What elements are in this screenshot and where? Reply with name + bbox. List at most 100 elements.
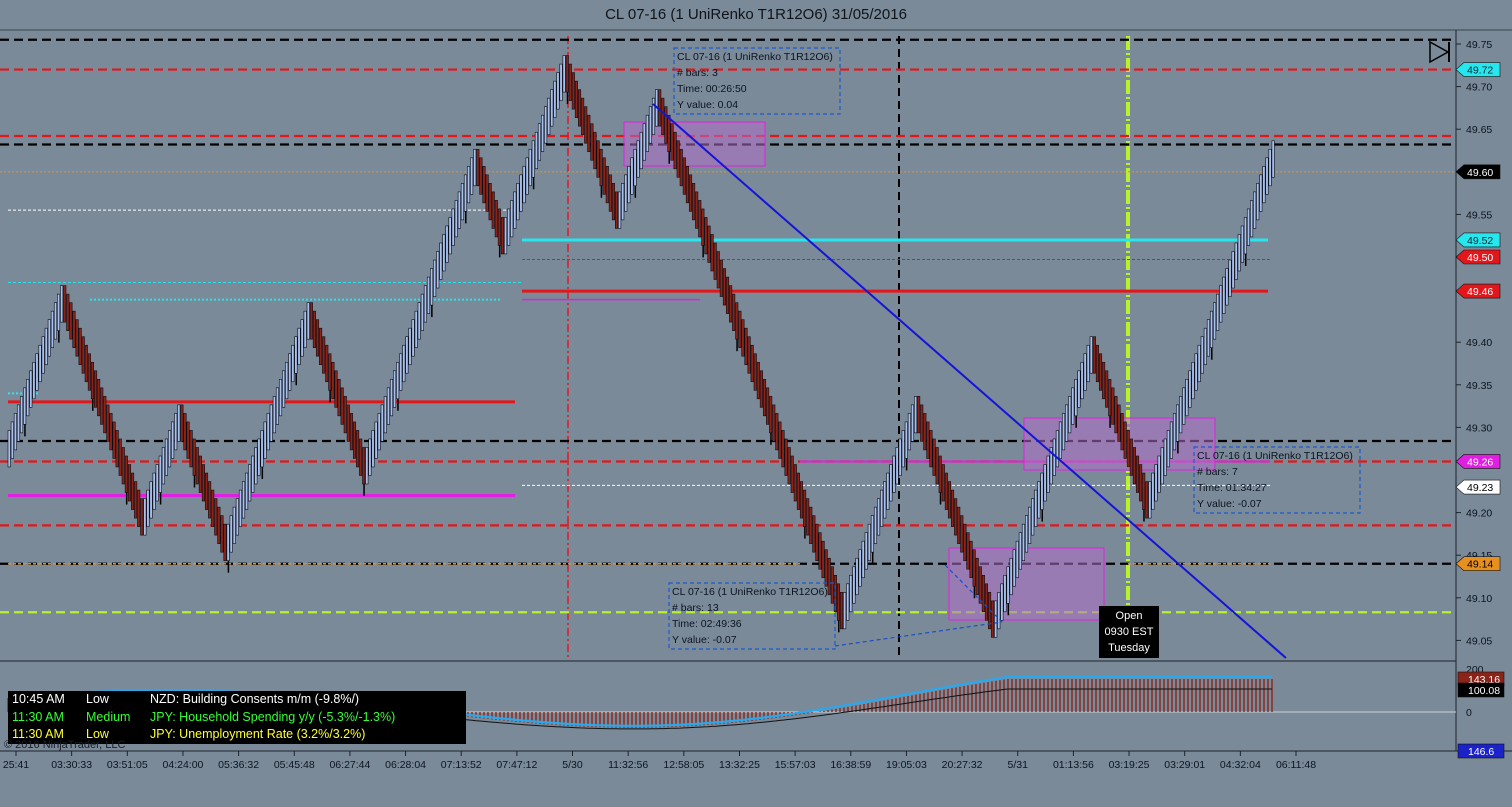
renko-bar — [547, 97, 551, 135]
renko-bar — [630, 157, 634, 195]
time-tick-label: 01:13:56 — [1053, 759, 1094, 771]
renko-bar — [451, 208, 455, 246]
renko-bar — [309, 302, 313, 340]
renko-bar — [923, 413, 927, 451]
renko-bar — [642, 123, 646, 161]
renko-bar — [334, 370, 338, 408]
renko-bar — [608, 174, 612, 212]
renko-bar — [725, 276, 730, 314]
renko-bar — [852, 566, 856, 604]
renko-bar — [109, 413, 113, 451]
renko-bar — [137, 489, 141, 527]
renko-bar — [790, 455, 794, 493]
renko-bar — [158, 455, 162, 493]
renko-bar — [1086, 344, 1090, 383]
renko-bar — [873, 506, 878, 544]
renko-bar — [399, 353, 403, 391]
renko-bar — [500, 217, 505, 255]
renko-bar — [821, 540, 825, 579]
price-tick-label: 49.70 — [1466, 82, 1492, 94]
renko-bar — [1040, 472, 1044, 510]
renko-bar — [636, 140, 640, 178]
renko-bar — [861, 540, 865, 579]
renko-bar — [263, 421, 267, 459]
renko-bar — [303, 310, 307, 348]
info-box-text: Time: 01:34:27 — [1197, 482, 1267, 494]
renko-bar — [278, 379, 283, 417]
renko-bar — [411, 319, 415, 357]
renko-bar — [803, 489, 807, 527]
price-tick-label: 49.55 — [1466, 209, 1492, 221]
renko-bar — [288, 353, 292, 391]
renko-bar — [23, 387, 27, 425]
renko-bar — [796, 472, 800, 510]
renko-bar — [1246, 208, 1251, 246]
renko-bar — [914, 396, 918, 434]
renko-bar — [201, 464, 205, 502]
renko-bar — [926, 421, 930, 459]
renko-bar — [238, 489, 242, 527]
price-tick-label: 49.35 — [1466, 380, 1492, 392]
renko-bar — [1154, 464, 1158, 502]
renko-bar — [251, 455, 255, 493]
renko-bar — [383, 396, 387, 434]
renko-bar — [920, 404, 924, 442]
renko-bar — [1126, 430, 1130, 468]
renko-bar — [248, 464, 252, 502]
renko-bar — [1117, 404, 1121, 442]
renko-bar — [306, 302, 310, 340]
renko-bar — [1142, 472, 1146, 510]
renko-bar — [1095, 344, 1099, 383]
info-box-text: CL 07-16 (1 UniRenko T1R12O6) — [1197, 450, 1353, 462]
renko-bar — [614, 191, 619, 229]
renko-bar — [744, 327, 748, 366]
renko-bar — [143, 498, 147, 536]
renko-bar — [1268, 148, 1272, 187]
renko-bar — [171, 421, 175, 459]
renko-bar — [1160, 447, 1164, 485]
time-tick-label: 03:30:33 — [51, 759, 92, 771]
event-row: 10:45 AM Low NZD: Building Consents m/m … — [8, 691, 466, 709]
renko-bar — [1157, 455, 1161, 493]
renko-bar — [297, 327, 301, 366]
renko-bar — [836, 583, 841, 621]
renko-bar — [772, 404, 776, 442]
renko-bar — [963, 523, 967, 561]
renko-bar — [793, 464, 797, 502]
renko-bar — [312, 310, 316, 348]
time-tick-label: 03:19:25 — [1109, 759, 1150, 771]
renko-bar — [454, 200, 458, 238]
renko-bar — [368, 438, 372, 476]
renko-bar — [423, 285, 427, 323]
renko-bar — [140, 498, 144, 536]
renko-bar — [710, 234, 714, 272]
renko-bar — [1206, 319, 1210, 357]
price-chart[interactable]: CL 07-16 (1 UniRenko T1R12O6) # bars: 3 Ti… — [0, 0, 1512, 807]
renko-bar — [1197, 344, 1201, 383]
renko-bar — [806, 498, 810, 536]
renko-bar — [883, 481, 887, 519]
renko-bar — [510, 200, 514, 238]
renko-bar — [473, 148, 477, 187]
renko-bar — [1074, 379, 1078, 417]
renko-bar — [282, 370, 286, 408]
renko-bar — [676, 140, 680, 178]
renko-bar — [319, 327, 323, 366]
renko-bar — [112, 421, 116, 459]
renko-bar — [359, 438, 363, 476]
renko-bar — [858, 549, 862, 587]
renko-bar — [241, 481, 246, 519]
renko-bar — [729, 285, 733, 323]
renko-bar — [581, 97, 585, 135]
renko-bar — [389, 379, 394, 417]
renko-bar — [719, 259, 723, 297]
renko-bar — [954, 498, 958, 536]
renko-bar — [673, 131, 677, 170]
renko-bar — [29, 370, 33, 408]
renko-bar — [1185, 379, 1189, 417]
event-row: 11:30 AM Medium JPY: Household Spending … — [8, 709, 466, 727]
chart-window: CL 07-16 (1 UniRenko T1R12O6) 31/05/2016… — [0, 0, 1512, 807]
time-tick-label: 04:24:00 — [163, 759, 204, 771]
renko-bar — [417, 302, 421, 340]
renko-bar — [1166, 430, 1170, 468]
